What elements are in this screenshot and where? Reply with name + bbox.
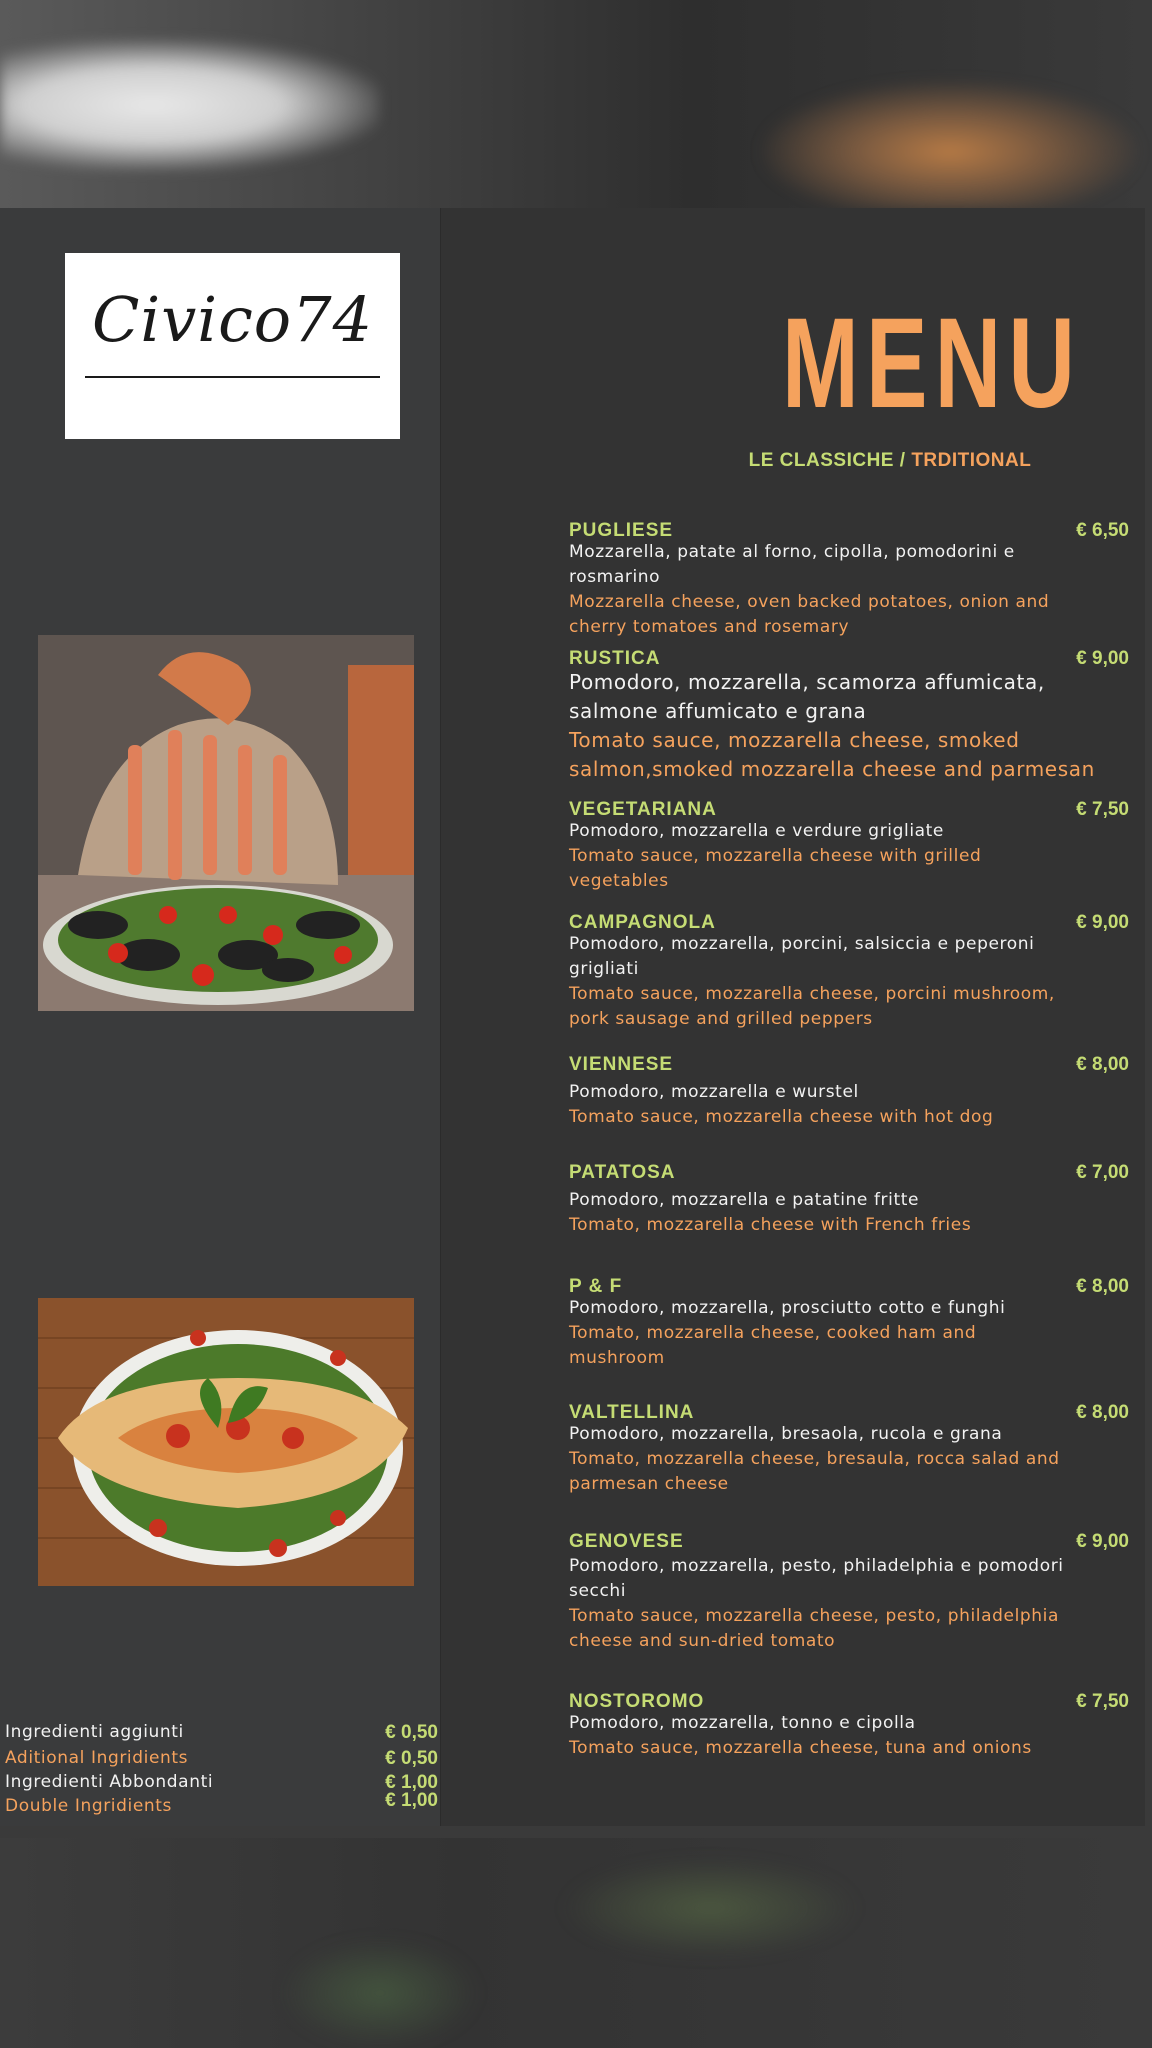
blurred-background-top <box>0 0 1152 210</box>
item-description-english: Tomato sauce, mozzarella cheese with gri… <box>569 846 982 891</box>
item-price: € 8,00 <box>1076 1276 1129 1297</box>
item-description-italian: Pomodoro, mozzarella, prosciutto cotto e… <box>569 1298 1006 1318</box>
menu-item: PUGLIESE € 6,50 Mozzarella, patate al fo… <box>569 521 1129 640</box>
blur-glow-bottom-center <box>560 1858 860 1958</box>
item-price: € 7,50 <box>1076 799 1129 820</box>
item-description-english: Tomato sauce, mozzarella cheese with hot… <box>569 1107 994 1127</box>
logo-underline <box>85 376 380 378</box>
item-description-italian: Pomodoro, mozzarella e wurstel <box>569 1082 859 1102</box>
item-description-italian: Pomodoro, mozzarella, scamorza affumicat… <box>569 670 1045 723</box>
item-name: VEGETARIANA <box>569 799 717 820</box>
item-description-italian: Pomodoro, mozzarella e verdure grigliate <box>569 821 944 841</box>
menu-item: GENOVESE € 9,00 Pomodoro, mozzarella, pe… <box>569 1532 1129 1654</box>
section-heading: LE CLASSICHE / TRDITIONAL <box>640 450 1140 472</box>
item-price: € 6,50 <box>1076 520 1129 541</box>
section-heading-italian: LE CLASSICHE / <box>748 450 906 471</box>
item-description-english: Tomato sauce, mozzarella cheese, smoked … <box>569 728 1095 781</box>
item-description-italian: Pomodoro, mozzarella, pesto, philadelphi… <box>569 1556 1064 1601</box>
item-description-english: Tomato, mozzarella cheese, bresaula, roc… <box>569 1449 1060 1494</box>
menu-item: P & F € 8,00 Pomodoro, mozzarella, prosc… <box>569 1277 1129 1371</box>
item-description-italian: Pomodoro, mozzarella, porcini, salsiccia… <box>569 934 1035 979</box>
item-price: € 7,50 <box>1076 1691 1129 1712</box>
section-heading-english: TRDITIONAL <box>911 450 1032 471</box>
extra-price: € 0,50 <box>385 1748 438 1769</box>
logo: Civico74 <box>65 253 400 439</box>
calzone-illustration <box>38 1298 414 1586</box>
item-description-english: Tomato sauce, mozzarella cheese, pesto, … <box>569 1606 1060 1651</box>
extra-price: € 1,00 <box>385 1790 438 1811</box>
item-price: € 9,00 <box>1076 648 1129 669</box>
extra-row: Aditional Ingridients € 0,50 <box>5 1748 440 1772</box>
seafood-platter-photo <box>38 635 414 1011</box>
calzone-photo <box>38 1298 414 1586</box>
menu-item: CAMPAGNOLA € 9,00 Pomodoro, mozzarella, … <box>569 913 1129 1032</box>
item-name: PUGLIESE <box>569 520 674 541</box>
item-description-english: Tomato sauce, mozzarella cheese, porcini… <box>569 984 1055 1029</box>
extra-row: Double Ingridients € 1,00 <box>5 1790 440 1816</box>
item-name: RUSTICA <box>569 648 661 669</box>
item-name: PATATOSA <box>569 1162 676 1183</box>
item-name: P & F <box>569 1276 623 1297</box>
menu-item: RUSTICA € 9,00 Pomodoro, mozzarella, sca… <box>569 649 1129 784</box>
menu-item: VEGETARIANA € 7,50 Pomodoro, mozzarella … <box>569 800 1129 894</box>
item-description-italian: Mozzarella, patate al forno, cipolla, po… <box>569 542 1015 587</box>
item-price: € 7,00 <box>1076 1162 1129 1183</box>
logo-text: Civico74 <box>91 283 374 356</box>
item-description-english: Tomato, mozzarella cheese, cooked ham an… <box>569 1323 977 1368</box>
extra-label: Aditional Ingridients <box>5 1748 189 1768</box>
item-price: € 9,00 <box>1076 1531 1129 1552</box>
menu-item: VALTELLINA € 8,00 Pomodoro, mozzarella, … <box>569 1403 1129 1497</box>
item-name: CAMPAGNOLA <box>569 912 716 933</box>
extra-label: Double Ingridients <box>5 1796 173 1816</box>
item-description-english: Tomato, mozzarella cheese with French fr… <box>569 1215 972 1235</box>
item-description-italian: Pomodoro, mozzarella, bresaola, rucola e… <box>569 1424 1003 1444</box>
item-description-english: Mozzarella cheese, oven backed potatoes,… <box>569 592 1050 637</box>
item-name: VALTELLINA <box>569 1402 695 1423</box>
extra-row: Ingredienti aggiunti € 0,50 <box>5 1722 440 1746</box>
blurred-background-bottom <box>0 1838 1152 2048</box>
menu-title: MENU <box>782 292 1083 435</box>
item-price: € 9,00 <box>1076 912 1129 933</box>
item-price: € 8,00 <box>1076 1402 1129 1423</box>
item-description-italian: Pomodoro, mozzarella e patatine fritte <box>569 1190 920 1210</box>
item-name: GENOVESE <box>569 1531 684 1552</box>
item-name: VIENNESE <box>569 1054 674 1075</box>
extra-label: Ingredienti Abbondanti <box>5 1772 214 1792</box>
seafood-platter-illustration <box>38 635 414 1011</box>
blur-glow-right <box>760 80 1140 210</box>
item-price: € 8,00 <box>1076 1054 1129 1075</box>
extra-label: Ingredienti aggiunti <box>5 1722 184 1742</box>
extra-price: € 0,50 <box>385 1722 438 1743</box>
item-description-italian: Pomodoro, mozzarella, tonno e cipolla <box>569 1713 916 1733</box>
extras-list: Ingredienti aggiunti € 0,50 Aditional In… <box>5 1722 440 1816</box>
blur-glow-bottom-left <box>280 1938 480 2048</box>
menu-item: PATATOSA € 7,00 Pomodoro, mozzarella e p… <box>569 1163 1129 1238</box>
menu-item: VIENNESE € 8,00 Pomodoro, mozzarella e w… <box>569 1055 1129 1130</box>
item-description-english: Tomato sauce, mozzarella cheese, tuna an… <box>569 1738 1032 1758</box>
menu-item: NOSTOROMO € 7,50 Pomodoro, mozzarella, t… <box>569 1692 1129 1761</box>
blur-glow-left <box>0 40 380 170</box>
item-name: NOSTOROMO <box>569 1691 705 1712</box>
